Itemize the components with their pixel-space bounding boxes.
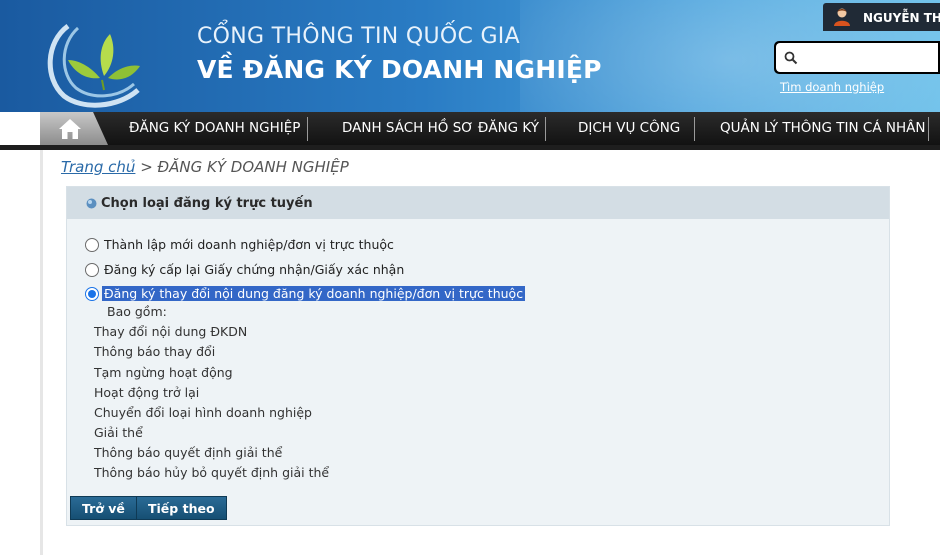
user-avatar-icon — [834, 8, 850, 26]
panel-header: Chọn loại đăng ký trực tuyến — [67, 187, 889, 219]
nav-item-personal-info[interactable]: QUẢN LÝ THÔNG TIN CÁ NHÂN — [720, 112, 925, 145]
radio-button[interactable] — [85, 238, 99, 252]
home-icon — [59, 119, 81, 139]
main-nav: ĐĂNG KÝ DOANH NGHIỆP DANH SÁCH HỒ SƠ ĐĂN… — [40, 112, 940, 145]
search-field-wrapper — [776, 43, 938, 72]
site-title-line1: CỔNG THÔNG TIN QUỐC GIA — [197, 24, 520, 49]
bullet-icon — [86, 198, 97, 209]
registration-type-panel: Chọn loại đăng ký trực tuyến Thành lập m… — [66, 186, 890, 526]
nav-underline — [0, 145, 940, 150]
nav-separator — [545, 117, 546, 141]
sub-item: Thông báo hủy bỏ quyết định giải thể — [94, 465, 330, 480]
radio-button[interactable] — [85, 263, 99, 277]
panel-title: Chọn loại đăng ký trực tuyến — [101, 196, 313, 211]
breadcrumb-current: ĐĂNG KÝ DOANH NGHIỆP — [157, 158, 349, 176]
breadcrumb: Trang chủ > ĐĂNG KÝ DOANH NGHIỆP — [61, 158, 349, 176]
search-box — [774, 41, 940, 74]
site-header: CỔNG THÔNG TIN QUỐC GIA VỀ ĐĂNG KÝ DOANH… — [0, 0, 940, 112]
search-icon[interactable] — [784, 51, 798, 65]
sub-item: Tạm ngừng hoạt động — [94, 365, 233, 380]
sub-item: Giải thể — [94, 425, 143, 440]
breadcrumb-separator: > — [135, 158, 158, 176]
search-input[interactable] — [804, 47, 934, 68]
back-button[interactable]: Trở về — [70, 496, 137, 520]
sub-item: Hoạt động trở lại — [94, 385, 200, 400]
includes-label: Bao gồm: — [107, 304, 167, 319]
user-name: NGUYỄN THỊ T — [863, 11, 940, 25]
find-business-link[interactable]: Tìm doanh nghiệp — [780, 80, 884, 94]
nav-separator — [928, 117, 929, 141]
option-label: Thành lập mới doanh nghiệp/đơn vị trực t… — [104, 237, 394, 252]
nav-separator — [694, 117, 695, 141]
nav-separator — [307, 117, 308, 141]
home-button[interactable] — [40, 112, 108, 145]
next-button[interactable]: Tiếp theo — [136, 496, 227, 520]
option-label: Đăng ký cấp lại Giấy chứng nhận/Giấy xác… — [104, 262, 405, 277]
sub-item: Thay đổi nội dung ĐKDN — [94, 324, 248, 339]
sub-item: Chuyển đổi loại hình doanh nghiệp — [94, 405, 312, 420]
breadcrumb-home-link[interactable]: Trang chủ — [61, 158, 135, 176]
sub-item: Thông báo thay đổi — [94, 344, 216, 359]
radio-button-checked[interactable] — [85, 287, 99, 301]
option-label-selected: Đăng ký thay đổi nội dung đăng ký doanh … — [102, 286, 526, 301]
nav-item-registration-list[interactable]: DANH SÁCH HỒ SƠ ĐĂNG KÝ — [342, 112, 539, 145]
nav-item-public-services[interactable]: DỊCH VỤ CÔNG — [578, 112, 680, 145]
sub-item: Thông báo quyết định giải thể — [94, 445, 283, 460]
site-title-line2: VỀ ĐĂNG KÝ DOANH NGHIỆP — [197, 55, 602, 84]
site-logo[interactable] — [38, 8, 150, 108]
nav-item-business-registration[interactable]: ĐĂNG KÝ DOANH NGHIỆP — [129, 112, 300, 145]
user-menu[interactable]: NGUYỄN THỊ T — [823, 3, 940, 31]
content-left-border — [40, 150, 43, 555]
